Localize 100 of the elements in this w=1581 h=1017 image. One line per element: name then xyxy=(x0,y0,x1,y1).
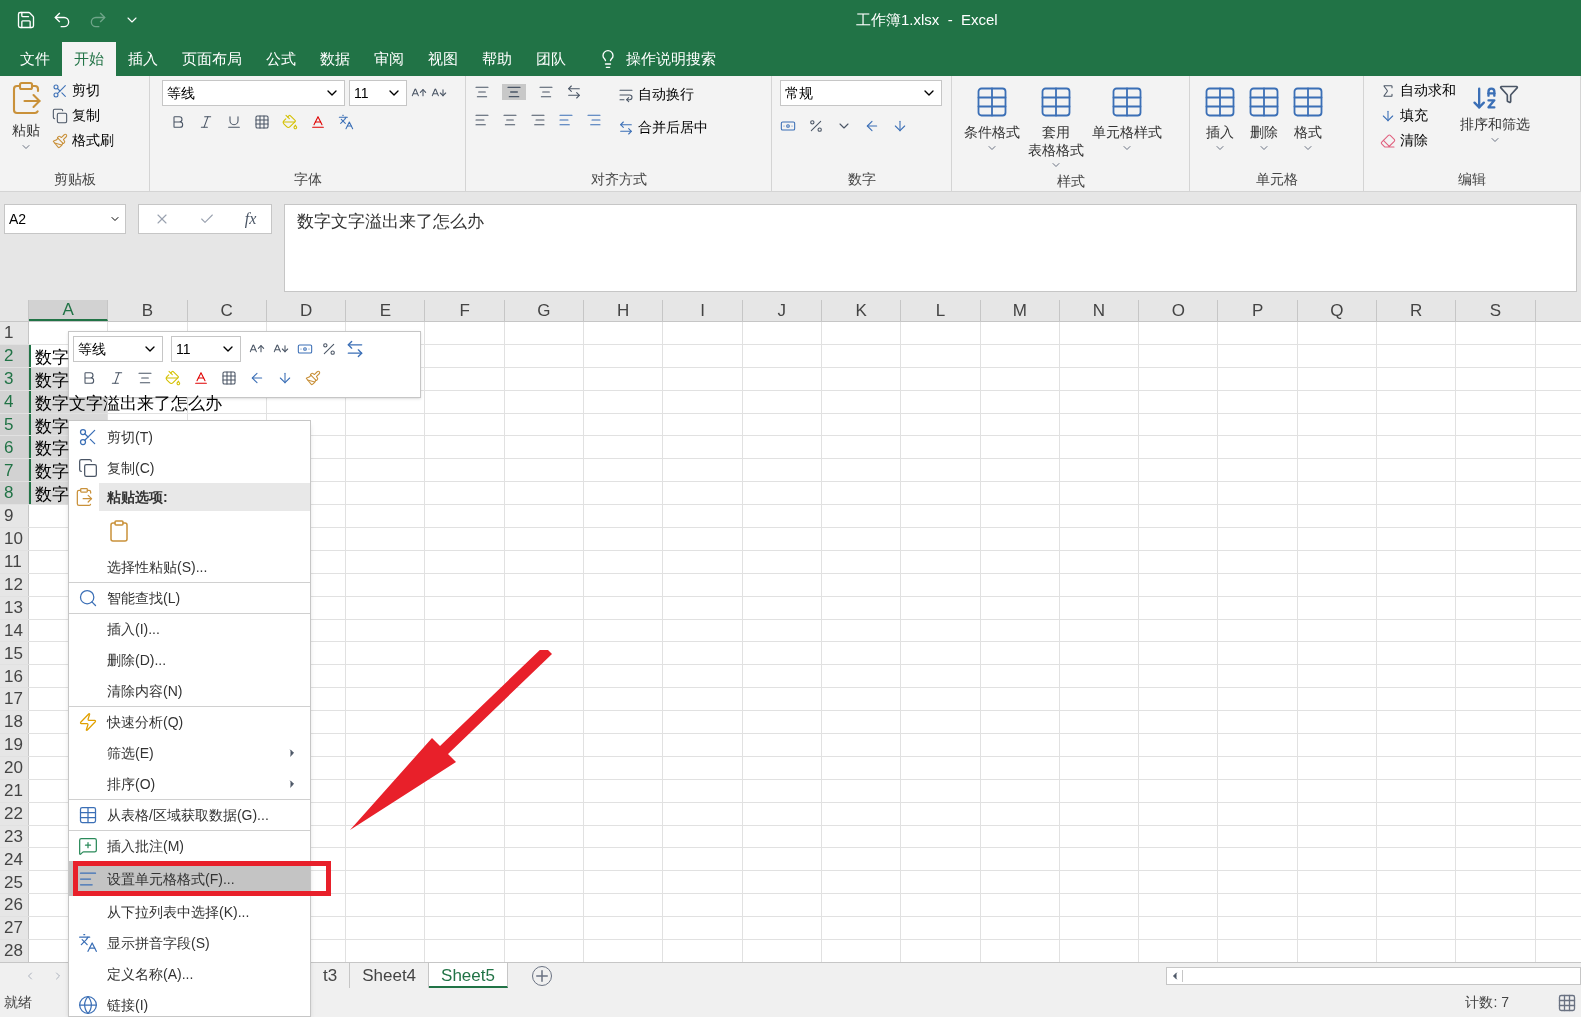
row-header[interactable]: 8 xyxy=(0,482,29,505)
paintbrush-icon[interactable] xyxy=(52,132,68,149)
row-header[interactable]: 15 xyxy=(0,642,29,665)
bold-icon[interactable] xyxy=(81,370,97,386)
row-header[interactable]: 13 xyxy=(0,596,29,619)
column-header[interactable]: N xyxy=(1059,300,1140,321)
row-header[interactable]: 23 xyxy=(0,825,29,848)
cells-button[interactable]: 格式 xyxy=(1286,80,1330,167)
decrease-indent-icon[interactable] xyxy=(558,112,574,128)
percent-icon[interactable] xyxy=(808,118,824,134)
menu-item[interactable]: 从表格/区域获取数据(G)... xyxy=(69,799,310,830)
ribbon-tab[interactable]: 视图 xyxy=(416,42,470,76)
row-header[interactable]: 18 xyxy=(0,711,29,734)
align-right-icon[interactable] xyxy=(530,112,546,128)
top-align-icon[interactable] xyxy=(474,84,490,100)
ribbon-tab[interactable]: 数据 xyxy=(308,42,362,76)
column-header[interactable]: Q xyxy=(1297,300,1378,321)
column-header[interactable]: L xyxy=(901,300,981,321)
border-icon[interactable] xyxy=(254,114,270,130)
menu-item[interactable]: 删除(D)... xyxy=(69,644,310,675)
clear-button[interactable]: 清除 xyxy=(1380,130,1456,151)
merge-center-button[interactable]: 合并后居中 xyxy=(618,117,708,138)
menu-item[interactable]: 清除内容(N) xyxy=(69,675,310,706)
column-header[interactable]: J xyxy=(742,300,822,321)
menu-item[interactable]: 筛选(E) xyxy=(69,737,310,768)
increase-indent-icon[interactable] xyxy=(586,112,602,128)
font-color-icon[interactable] xyxy=(310,114,326,130)
font-color-icon[interactable] xyxy=(193,370,209,386)
sheet-tab[interactable]: Sheet5 xyxy=(429,963,508,988)
ribbon-tab[interactable]: 审阅 xyxy=(362,42,416,76)
row-header[interactable]: 24 xyxy=(0,848,29,871)
bold-icon[interactable] xyxy=(170,114,186,130)
menu-item[interactable]: 插入批注(M) xyxy=(69,830,310,861)
row-header[interactable]: 11 xyxy=(0,550,29,573)
normal-view-icon[interactable] xyxy=(1557,992,1577,1013)
column-header[interactable]: O xyxy=(1139,300,1219,321)
sigma-icon[interactable] xyxy=(1380,82,1396,99)
row-header[interactable]: 22 xyxy=(0,802,29,825)
row-header[interactable]: 20 xyxy=(0,756,29,779)
align-center-icon[interactable] xyxy=(137,370,153,386)
row-header[interactable]: 7 xyxy=(0,459,29,482)
underline-icon[interactable] xyxy=(226,114,242,130)
menu-item[interactable]: 复制(C) xyxy=(69,452,310,483)
tell-me-field[interactable]: 操作说明搜索 xyxy=(626,47,716,71)
row-header[interactable]: 1 xyxy=(0,322,29,344)
column-header[interactable]: E xyxy=(346,300,426,321)
menu-item[interactable]: 智能查找(L) xyxy=(69,582,310,613)
format-painter-button[interactable]: 格式刷 xyxy=(52,130,114,151)
menu-item[interactable]: 排序(O) xyxy=(69,768,310,799)
ribbon-tab[interactable]: 团队 xyxy=(524,42,578,76)
phonetic-icon[interactable] xyxy=(338,114,354,130)
font-name-field[interactable]: 等线 xyxy=(73,336,163,362)
copy-button[interactable]: 复制 xyxy=(52,105,114,126)
row-header[interactable]: 28 xyxy=(0,940,29,962)
row-header[interactable]: 19 xyxy=(0,734,29,756)
border-icon[interactable] xyxy=(221,370,237,386)
column-header[interactable]: G xyxy=(504,300,585,321)
style-button[interactable]: 条件格式 xyxy=(960,80,1024,171)
redo-icon[interactable] xyxy=(88,10,108,30)
merge-icon[interactable] xyxy=(345,339,365,359)
column-header[interactable]: I xyxy=(663,300,743,321)
row-header[interactable]: 2 xyxy=(0,344,29,367)
style-button[interactable]: 套用 表格格式 xyxy=(1024,80,1088,171)
merge-icon[interactable] xyxy=(618,119,634,136)
cut-button[interactable]: 剪切 xyxy=(52,80,114,101)
fill-color-icon[interactable] xyxy=(165,370,181,386)
column-header[interactable]: S xyxy=(1456,300,1536,321)
cells-button[interactable]: 插入 xyxy=(1198,80,1242,167)
row-header[interactable]: 12 xyxy=(0,573,29,596)
fill-button[interactable]: 填充 xyxy=(1380,105,1456,126)
wrap-text-button[interactable]: 自动换行 xyxy=(618,84,708,105)
ribbon-tab[interactable]: 插入 xyxy=(116,42,170,76)
ribbon-tab[interactable]: 文件 xyxy=(8,42,62,76)
italic-icon[interactable] xyxy=(109,370,125,386)
column-header[interactable]: P xyxy=(1218,300,1298,321)
row-header[interactable]: 25 xyxy=(0,871,29,894)
ribbon-tab[interactable]: 开始 xyxy=(62,42,116,76)
undo-icon[interactable] xyxy=(52,10,72,30)
menu-item[interactable]: 选择性粘贴(S)... xyxy=(69,551,310,582)
sort-filter-button[interactable]: 排序和筛选 xyxy=(1456,80,1534,167)
align-center-icon[interactable] xyxy=(502,112,518,128)
column-header[interactable]: A xyxy=(29,300,109,321)
bottom-align-icon[interactable] xyxy=(538,84,554,100)
row-header[interactable]: 26 xyxy=(0,894,29,917)
save-icon[interactable] xyxy=(16,10,36,30)
row-header[interactable]: 17 xyxy=(0,688,29,711)
style-button[interactable]: 单元格样式 xyxy=(1088,80,1166,171)
paintbrush-icon[interactable] xyxy=(305,370,321,386)
align-left-icon[interactable] xyxy=(474,112,490,128)
paste-button[interactable]: 粘贴 xyxy=(8,80,52,167)
name-box[interactable]: A2 xyxy=(4,204,126,234)
menu-item[interactable]: 链接(I) xyxy=(69,989,310,1016)
currency-icon[interactable] xyxy=(780,118,796,134)
column-header[interactable]: B xyxy=(108,300,188,321)
column-header[interactable]: C xyxy=(187,300,267,321)
copy-icon[interactable] xyxy=(52,107,68,124)
menu-item[interactable]: 从下拉列表中选择(K)... xyxy=(69,896,310,927)
menu-item[interactable]: 快速分析(Q) xyxy=(69,706,310,737)
font-size-field[interactable]: 11 xyxy=(171,336,241,362)
row-header[interactable]: 21 xyxy=(0,779,29,802)
